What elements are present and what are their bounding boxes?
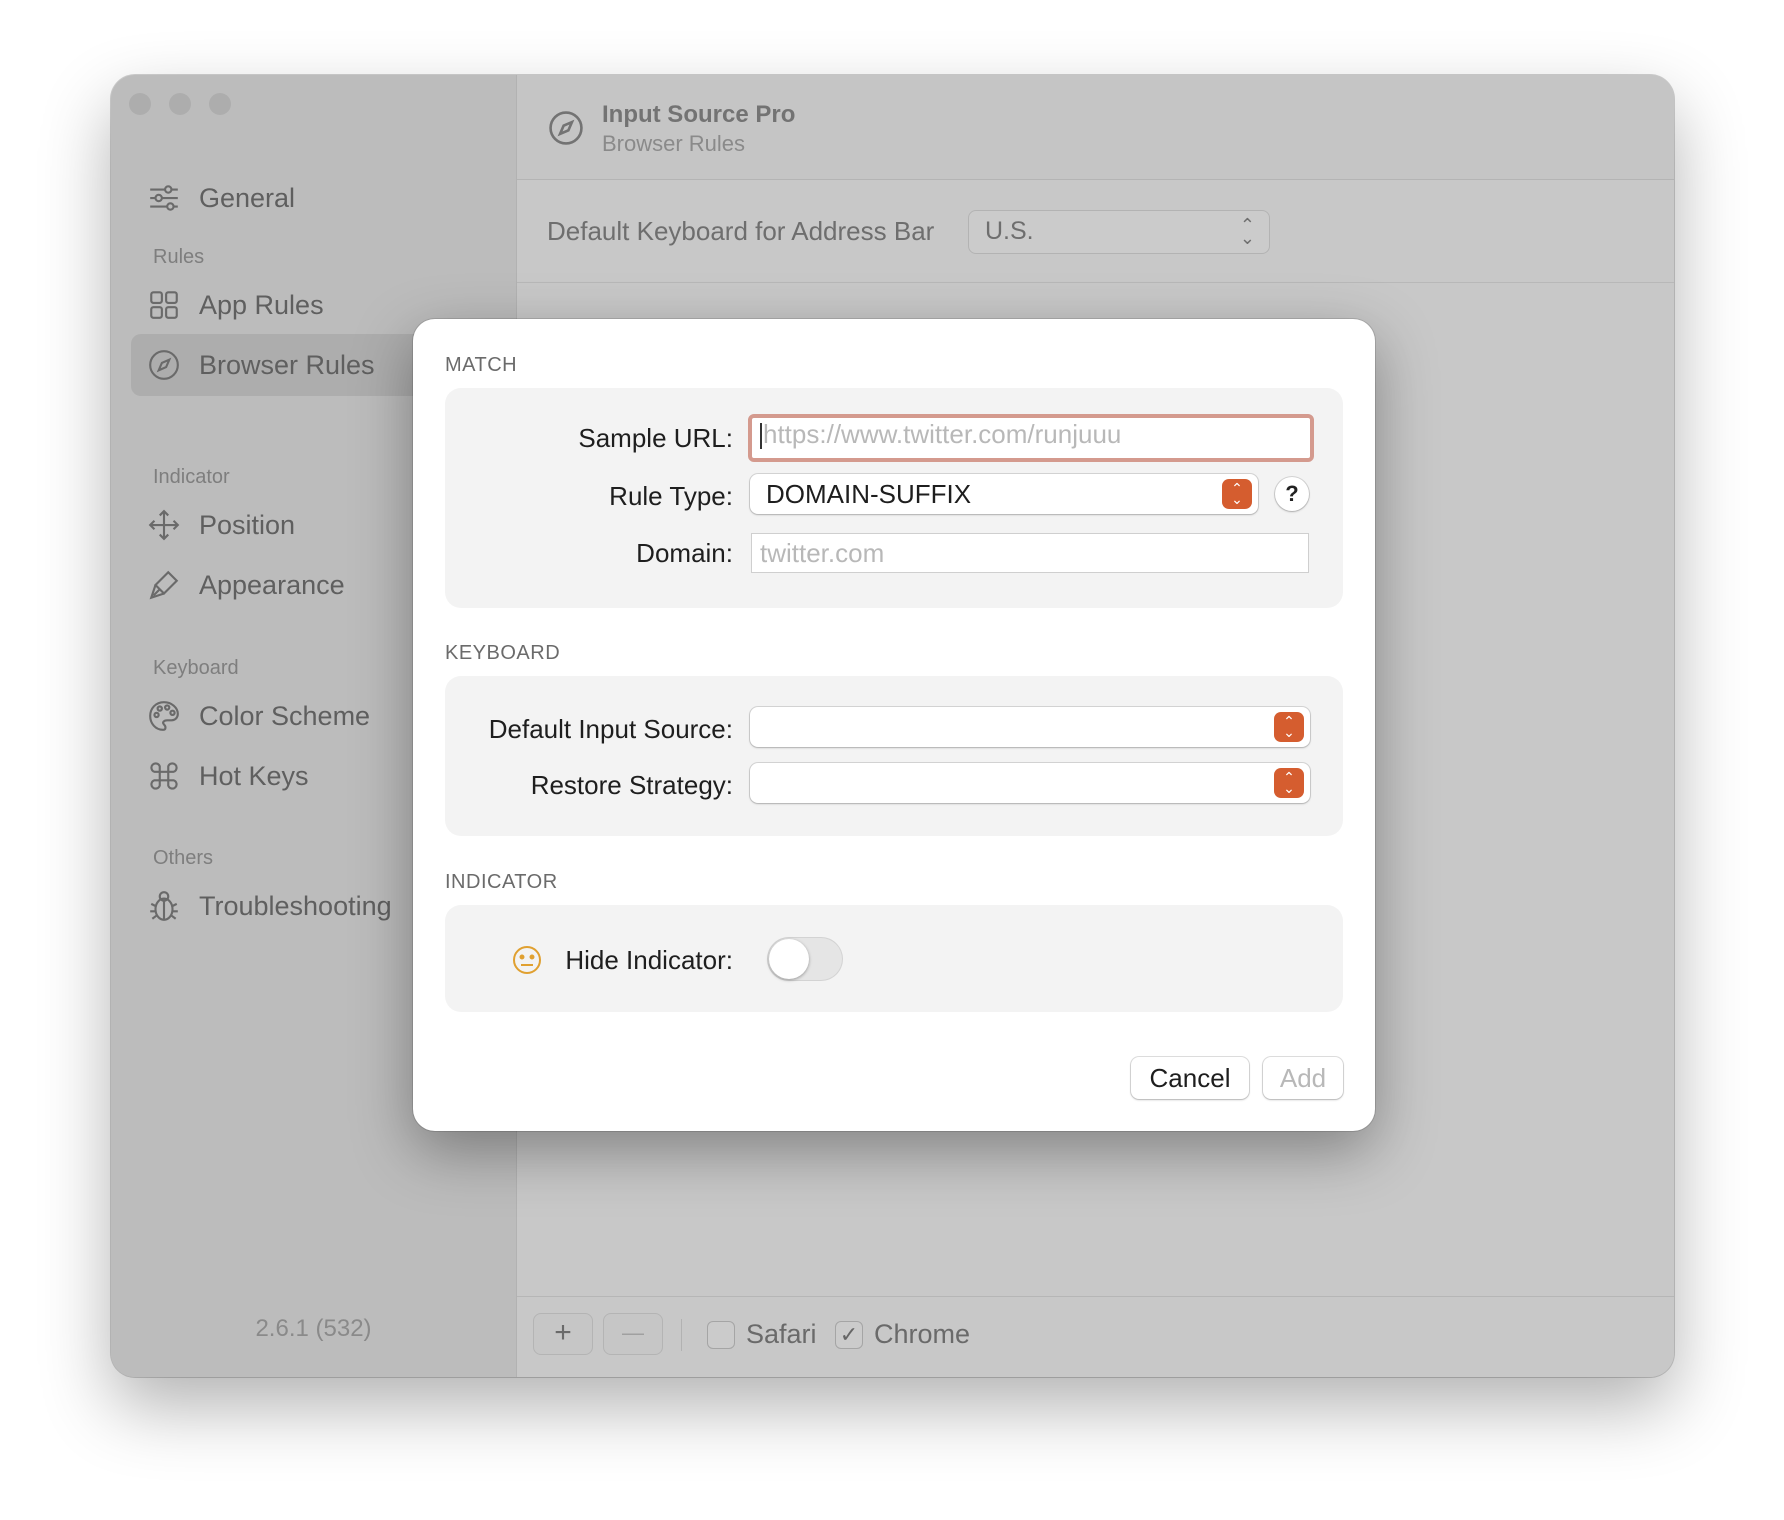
sidebar-item-general[interactable]: General [131,167,511,229]
sidebar-item-label: Appearance [199,569,345,600]
restore-strategy-label: Restore Strategy: [530,770,733,800]
default-keyboard-value: U.S. [985,217,1034,245]
move-arrows-icon [145,506,183,544]
indicator-section-title: INDICATOR [445,871,558,893]
sidebar-group-rules: Rules [153,246,205,268]
sidebar-item-label: Color Scheme [199,700,371,731]
add-rule-button[interactable]: + [533,1313,593,1355]
sidebar-item-label: Troubleshooting [199,890,392,921]
window-title: Input Source Pro [602,101,796,128]
match-section-title: MATCH [445,354,518,376]
chrome-label: Chrome [874,1319,971,1349]
toolbar: Input Source Pro Browser Rules [517,75,1674,180]
add-rule-dialog: MATCH Sample URL: https://www.twitter.co… [413,319,1375,1131]
restore-strategy-select[interactable]: ⌃ ⌄ [750,763,1310,803]
hide-indicator-toggle[interactable] [767,937,843,981]
domain-input[interactable]: twitter.com [751,533,1309,573]
rule-type-value: DOMAIN-SUFFIX [766,479,972,509]
sidebar-item-browser-rules[interactable]: Browser Rules [131,334,431,396]
default-input-source-label: Default Input Source: [488,714,733,744]
sample-url-label: Sample URL: [578,423,733,453]
bottom-bar: + — Safari ✓ Chrome [517,1296,1674,1377]
command-icon [145,757,183,795]
domain-placeholder: twitter.com [760,538,885,568]
chrome-checkbox[interactable]: ✓ [835,1321,863,1349]
default-input-source-select[interactable]: ⌃ ⌄ [750,707,1310,747]
text-caret [760,423,762,450]
close-window-button[interactable] [129,93,151,115]
chevron-up-down-icon: ⌃ ⌄ [1222,479,1252,509]
keyboard-panel: Default Input Source: ⌃ ⌄ Restore Strateg… [445,676,1343,836]
window-subtitle: Browser Rules [602,131,746,156]
paintbrush-icon [145,566,183,604]
safari-checkbox[interactable] [707,1321,735,1349]
toggle-knob [769,939,809,979]
sample-url-placeholder: https://www.twitter.com/runjuuu [763,419,1122,449]
version-label: 2.6.1 (532) [255,1315,372,1342]
rule-type-select[interactable]: DOMAIN-SUFFIX ⌃ ⌄ [750,474,1258,514]
sidebar-item-label: Position [199,509,296,540]
sidebar-item-label: Browser Rules [199,349,375,380]
toolbar-divider [681,1319,682,1351]
sidebar-item-label: General [199,182,296,213]
chevron-up-down-icon: ⌃ ⌄ [1274,712,1304,742]
hide-indicator-label: Hide Indicator: [565,945,733,975]
grid-icon [145,286,183,324]
indicator-panel: Hide Indicator: [445,905,1343,1012]
rule-type-label: Rule Type: [609,481,733,511]
chevron-up-down-icon: ⌃ ⌄ [1239,215,1255,248]
checkmark-icon: ✓ [839,1322,859,1347]
remove-rule-button[interactable]: — [603,1313,663,1355]
cancel-button[interactable]: Cancel [1131,1057,1249,1099]
sidebar-group-keyboard: Keyboard [153,657,239,679]
palette-icon [145,697,183,735]
compass-icon [145,346,183,384]
default-keyboard-row: Default Keyboard for Address Bar U.S. ⌃ ⌄ [517,180,1674,283]
add-button[interactable]: Add [1263,1057,1343,1099]
chevron-up-down-icon: ⌃ ⌄ [1274,768,1304,798]
sidebar-item-label: App Rules [199,289,324,320]
match-panel: Sample URL: https://www.twitter.com/runj… [445,388,1343,608]
sliders-icon [145,179,183,217]
minimize-window-button[interactable] [169,93,191,115]
sidebar-group-others: Others [153,847,214,869]
zoom-window-button[interactable] [209,93,231,115]
sidebar-group-indicator: Indicator [153,466,230,488]
window-controls [129,93,231,115]
domain-label: Domain: [636,538,733,568]
keyboard-section-title: KEYBOARD [445,642,561,664]
safari-label: Safari [746,1319,817,1349]
compass-icon [549,111,583,145]
sample-url-input[interactable]: https://www.twitter.com/runjuuu [748,414,1314,462]
default-keyboard-select[interactable]: U.S. ⌃ ⌄ [968,210,1270,254]
default-keyboard-label: Default Keyboard for Address Bar [547,216,935,246]
sidebar-item-label: Hot Keys [199,760,309,791]
ladybug-icon [145,887,183,925]
help-button[interactable]: ? [1275,477,1309,511]
